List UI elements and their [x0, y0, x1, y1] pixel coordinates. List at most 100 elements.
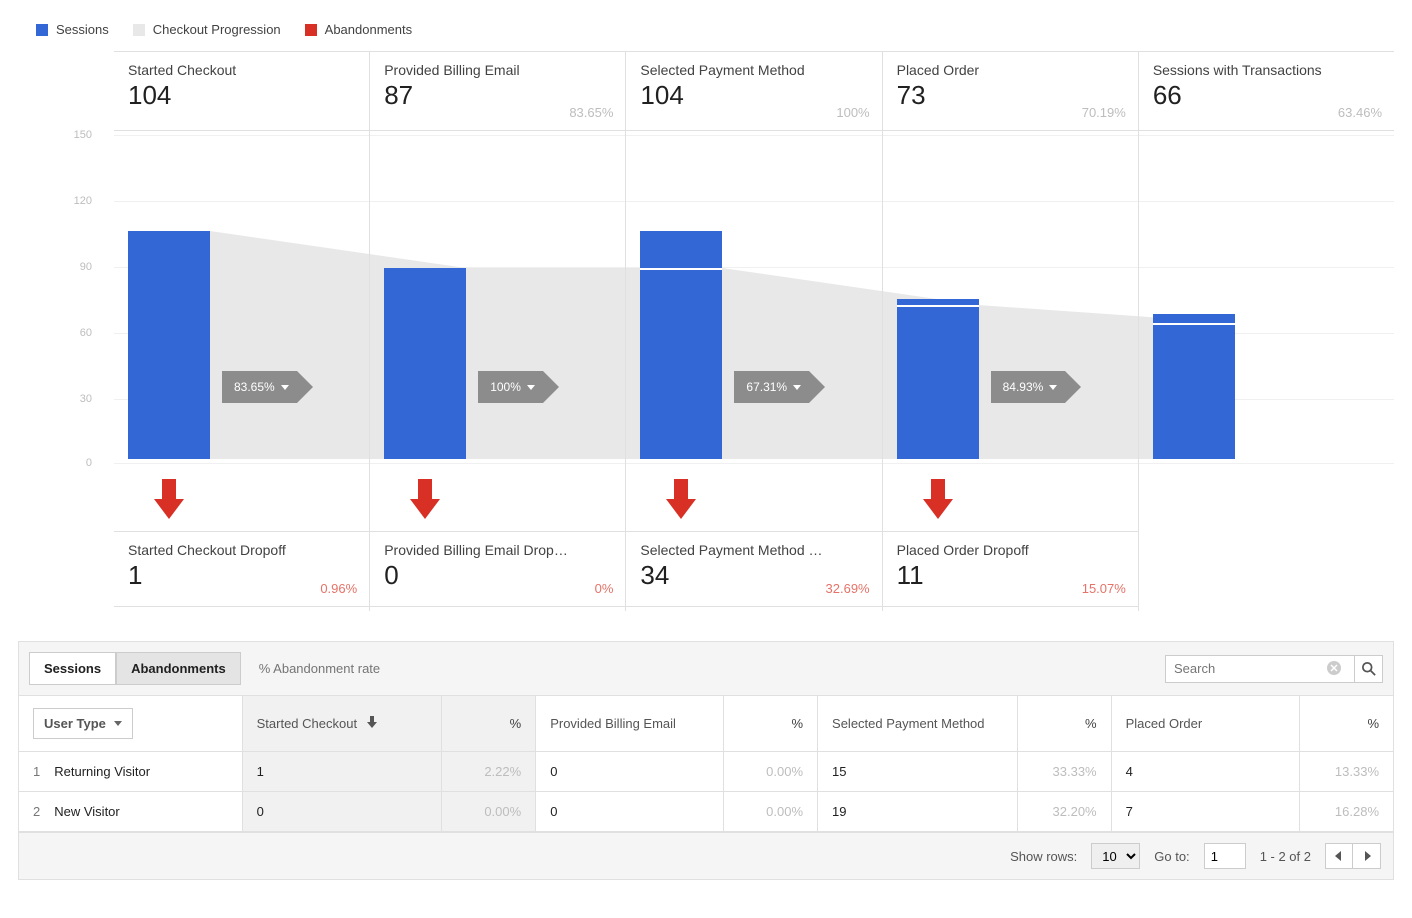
swatch-blue: [36, 24, 48, 36]
legend-label: Sessions: [56, 22, 109, 37]
usertype-picker[interactable]: User Type: [33, 708, 133, 739]
legend-item-abandon: Abandonments: [305, 22, 412, 37]
ytick: 90: [52, 261, 92, 273]
next-page-button[interactable]: [1353, 843, 1381, 869]
col-pct1[interactable]: %: [442, 696, 536, 752]
dropoff-arrow-icon: [410, 479, 440, 519]
bar[interactable]: [640, 231, 722, 459]
step-footer: Provided Billing Email Drop… 0 0%: [370, 531, 625, 607]
progression-tag[interactable]: 100%: [478, 371, 543, 403]
dropoff-title: Placed Order Dropoff: [897, 542, 1124, 558]
progression-tag[interactable]: 84.93%: [991, 371, 1066, 403]
step-payment-method: Selected Payment Method 104 100% 67.31% …: [625, 51, 881, 611]
dropoff-arrow-icon: [154, 479, 184, 519]
step-started-checkout: Started Checkout 104 83.65% Started Chec…: [114, 51, 369, 611]
ytick: 60: [52, 327, 92, 339]
caret-down-icon: [114, 721, 122, 726]
step-value: 104: [640, 80, 867, 111]
progression-line: [1153, 323, 1235, 325]
col-pct3[interactable]: %: [1017, 696, 1111, 752]
dropoff-pct: 0.96%: [320, 581, 357, 596]
cell: 0: [536, 792, 724, 832]
tab-abandon-rate[interactable]: % Abandonment rate: [259, 661, 380, 676]
legend-item-progression: Checkout Progression: [133, 22, 281, 37]
clear-icon[interactable]: [1327, 661, 1341, 678]
cell: 0: [242, 792, 442, 832]
data-table: User Type Started Checkout % Provided Bi…: [19, 696, 1393, 832]
step-header: Selected Payment Method 104 100%: [626, 51, 881, 131]
legend: Sessions Checkout Progression Abandonmen…: [0, 0, 1412, 51]
cell-type: 2New Visitor: [19, 792, 242, 832]
progression-tag[interactable]: 67.31%: [734, 371, 809, 403]
step-title: Provided Billing Email: [384, 62, 611, 78]
step-pct: 63.46%: [1338, 105, 1382, 120]
step-placed-order: Placed Order 73 70.19% 84.93% Placed Ord…: [882, 51, 1138, 611]
search-button[interactable]: [1355, 655, 1383, 683]
col-payment[interactable]: Selected Payment Method: [818, 696, 1018, 752]
ytick: 30: [52, 393, 92, 405]
col-usertype[interactable]: User Type: [19, 696, 242, 752]
chart-area: 83.65%: [114, 131, 369, 471]
cell: 0.00%: [442, 792, 536, 832]
pager: Show rows: 10 Go to: 1 - 2 of 2: [19, 832, 1393, 879]
search-box: [1165, 655, 1383, 683]
tab-abandonments[interactable]: Abandonments: [116, 652, 241, 685]
dropoff-arrow-icon: [666, 479, 696, 519]
step-title: Sessions with Transactions: [1153, 62, 1380, 78]
prev-page-button[interactable]: [1325, 843, 1353, 869]
step-transactions: Sessions with Transactions 66 63.46%: [1138, 51, 1394, 611]
bar[interactable]: [897, 299, 979, 459]
goto-input[interactable]: [1204, 843, 1246, 869]
col-billing[interactable]: Provided Billing Email: [536, 696, 724, 752]
col-started[interactable]: Started Checkout: [242, 696, 442, 752]
caret-down-icon: [527, 385, 535, 390]
step-header: Placed Order 73 70.19%: [883, 51, 1138, 131]
tab-sessions[interactable]: Sessions: [29, 652, 116, 685]
cell: 7: [1111, 792, 1299, 832]
funnel-chart: 150 120 90 60 30 0 Started Checkout 104 …: [18, 51, 1394, 611]
dropoff-title: Provided Billing Email Drop…: [384, 542, 611, 558]
step-footer: Selected Payment Method … 34 32.69%: [626, 531, 881, 607]
swatch-red: [305, 24, 317, 36]
step-title: Selected Payment Method: [640, 62, 867, 78]
progression-line: [640, 268, 722, 270]
cell: 4: [1111, 752, 1299, 792]
dropoff-title: Selected Payment Method …: [640, 542, 867, 558]
cell: 0.00%: [724, 752, 818, 792]
funnel-columns: Started Checkout 104 83.65% Started Chec…: [114, 51, 1394, 611]
cell-type: 1Returning Visitor: [19, 752, 242, 792]
table-row[interactable]: 2New Visitor 0 0.00% 0 0.00% 19 32.20% 7…: [19, 792, 1393, 832]
dropoff-pct: 32.69%: [826, 581, 870, 596]
step-header: Sessions with Transactions 66 63.46%: [1139, 51, 1394, 131]
ytick: 0: [52, 457, 92, 469]
cell: 19: [818, 792, 1018, 832]
legend-label: Checkout Progression: [153, 22, 281, 37]
caret-down-icon: [793, 385, 801, 390]
dropoff-pct: 15.07%: [1082, 581, 1126, 596]
caret-down-icon: [281, 385, 289, 390]
bar[interactable]: [1153, 314, 1235, 459]
step-footer: Placed Order Dropoff 11 15.07%: [883, 531, 1138, 607]
bar[interactable]: [384, 268, 466, 459]
progression-tag[interactable]: 83.65%: [222, 371, 297, 403]
progression-line: [897, 305, 979, 307]
cell: 2.22%: [442, 752, 536, 792]
bar[interactable]: [128, 231, 210, 459]
ytick: 120: [52, 195, 92, 207]
table-row[interactable]: 1Returning Visitor 1 2.22% 0 0.00% 15 33…: [19, 752, 1393, 792]
goto-label: Go to:: [1154, 849, 1189, 864]
cell: 33.33%: [1017, 752, 1111, 792]
cell: 32.20%: [1017, 792, 1111, 832]
col-placed[interactable]: Placed Order: [1111, 696, 1299, 752]
step-footer: Started Checkout Dropoff 1 0.96%: [114, 531, 369, 607]
chart-area: [1139, 131, 1394, 471]
col-pct2[interactable]: %: [724, 696, 818, 752]
rows-select[interactable]: 10: [1091, 843, 1140, 869]
cell: 16.28%: [1299, 792, 1393, 832]
legend-label: Abandonments: [325, 22, 412, 37]
cell: 0.00%: [724, 792, 818, 832]
dropoff-title: Started Checkout Dropoff: [128, 542, 355, 558]
col-pct4[interactable]: %: [1299, 696, 1393, 752]
dropoff-arrow-icon: [923, 479, 953, 519]
table-tabbar: Sessions Abandonments % Abandonment rate: [19, 642, 1393, 696]
